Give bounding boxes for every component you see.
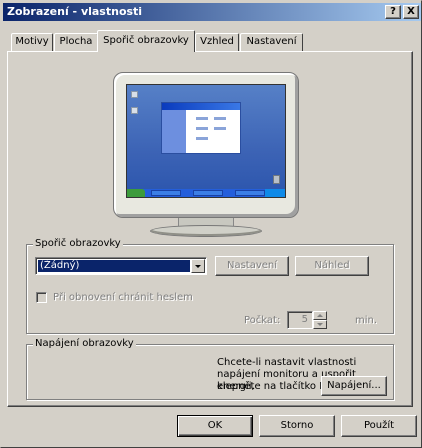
start-button-icon (127, 189, 145, 197)
wait-minutes-input[interactable]: 5 (287, 311, 313, 329)
screensaver-group-label: Spořič obrazovky (33, 238, 123, 249)
tab-plocha[interactable]: Plocha (54, 33, 98, 51)
power-description-line1: Chcete-li nastavit vlastnosti (217, 357, 357, 368)
settings-button[interactable]: Nastavení (215, 256, 289, 276)
tab-screensaver[interactable]: Spořič obrazovky (97, 30, 195, 52)
preview-button[interactable]: Náhled (295, 256, 369, 276)
desktop-icon (131, 107, 138, 114)
password-checkbox[interactable] (36, 292, 47, 303)
power-group-label: Napájení obrazovky (33, 338, 136, 349)
password-checkbox-label: Při obnovení chránit heslem (53, 292, 193, 303)
preview-window (161, 102, 241, 154)
spin-down-icon[interactable] (313, 320, 327, 329)
cancel-button[interactable]: Storno (259, 415, 335, 437)
apply-button[interactable]: Použít (341, 415, 417, 437)
tab-vzhled[interactable]: Vzhled (195, 33, 239, 51)
screensaver-group: Spořič obrazovky (Žádný) Nastavení Náhle… (26, 238, 394, 334)
display-properties-window: Zobrazení - vlastnosti ? X Motivy Plocha… (0, 0, 422, 448)
title-bar[interactable]: Zobrazení - vlastnosti ? X (3, 3, 421, 21)
tab-nastaveni[interactable]: Nastavení (240, 33, 303, 51)
help-button[interactable]: ? (385, 5, 401, 19)
power-group: Napájení obrazovky Chcete-li nastavit vl… (26, 338, 394, 400)
screensaver-select[interactable]: (Žádný) (35, 257, 207, 275)
monitor-stand-base (150, 225, 262, 237)
preview-taskbar (127, 189, 285, 197)
spin-up-icon[interactable] (313, 311, 327, 320)
screensaver-selected-value: (Žádný) (37, 259, 191, 273)
desktop-icon (131, 91, 138, 98)
recycle-bin-icon (273, 175, 280, 184)
window-title: Zobrazení - vlastnosti (7, 5, 143, 18)
wait-label: Počkat: (244, 315, 281, 326)
wait-minutes-stepper[interactable] (313, 311, 327, 329)
energy-star-icon (39, 355, 139, 395)
desktop-preview-screen (126, 84, 286, 198)
tab-panel: Spořič obrazovky (Žádný) Nastavení Náhle… (7, 51, 413, 407)
chevron-down-icon[interactable] (191, 259, 205, 273)
tab-motivy[interactable]: Motivy (11, 33, 53, 51)
close-button[interactable]: X (403, 5, 419, 19)
ok-button[interactable]: OK (177, 415, 253, 437)
power-button[interactable]: Napájení... (321, 376, 387, 396)
wait-unit-label: min. (355, 315, 378, 326)
monitor-preview (113, 72, 299, 218)
